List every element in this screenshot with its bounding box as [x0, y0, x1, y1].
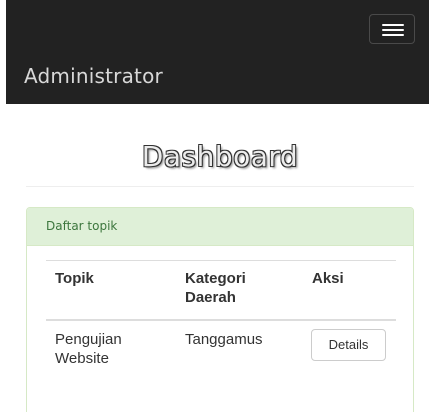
- column-header-topik: Topik: [55, 270, 94, 287]
- navbar-brand[interactable]: Administrator: [24, 64, 163, 88]
- table-top-border: [46, 260, 396, 261]
- page-title: Dashboard: [141, 140, 299, 173]
- hamburger-bar: [382, 29, 404, 31]
- page: Administrator Dashboard Daftar topik Top…: [0, 0, 429, 412]
- hamburger-bar: [382, 24, 404, 26]
- cell-kategori-daerah: Tanggamus: [185, 331, 263, 348]
- column-header-aksi: Aksi: [312, 270, 344, 287]
- details-button[interactable]: Details: [311, 329, 386, 361]
- title-divider: [26, 186, 414, 187]
- cell-topik: Pengujian Website: [55, 331, 122, 367]
- navbar: Administrator: [6, 0, 429, 104]
- topics-panel: Daftar topik Topik Kategori Daerah Aksi …: [26, 207, 414, 412]
- column-header-kategori-daerah: Kategori Daerah: [185, 270, 246, 306]
- panel-heading-title: Daftar topik: [46, 219, 118, 233]
- panel-heading: Daftar topik: [27, 208, 413, 246]
- navbar-toggle-button[interactable]: [369, 14, 415, 44]
- hamburger-bar: [382, 34, 404, 36]
- table-header-divider: [46, 319, 396, 321]
